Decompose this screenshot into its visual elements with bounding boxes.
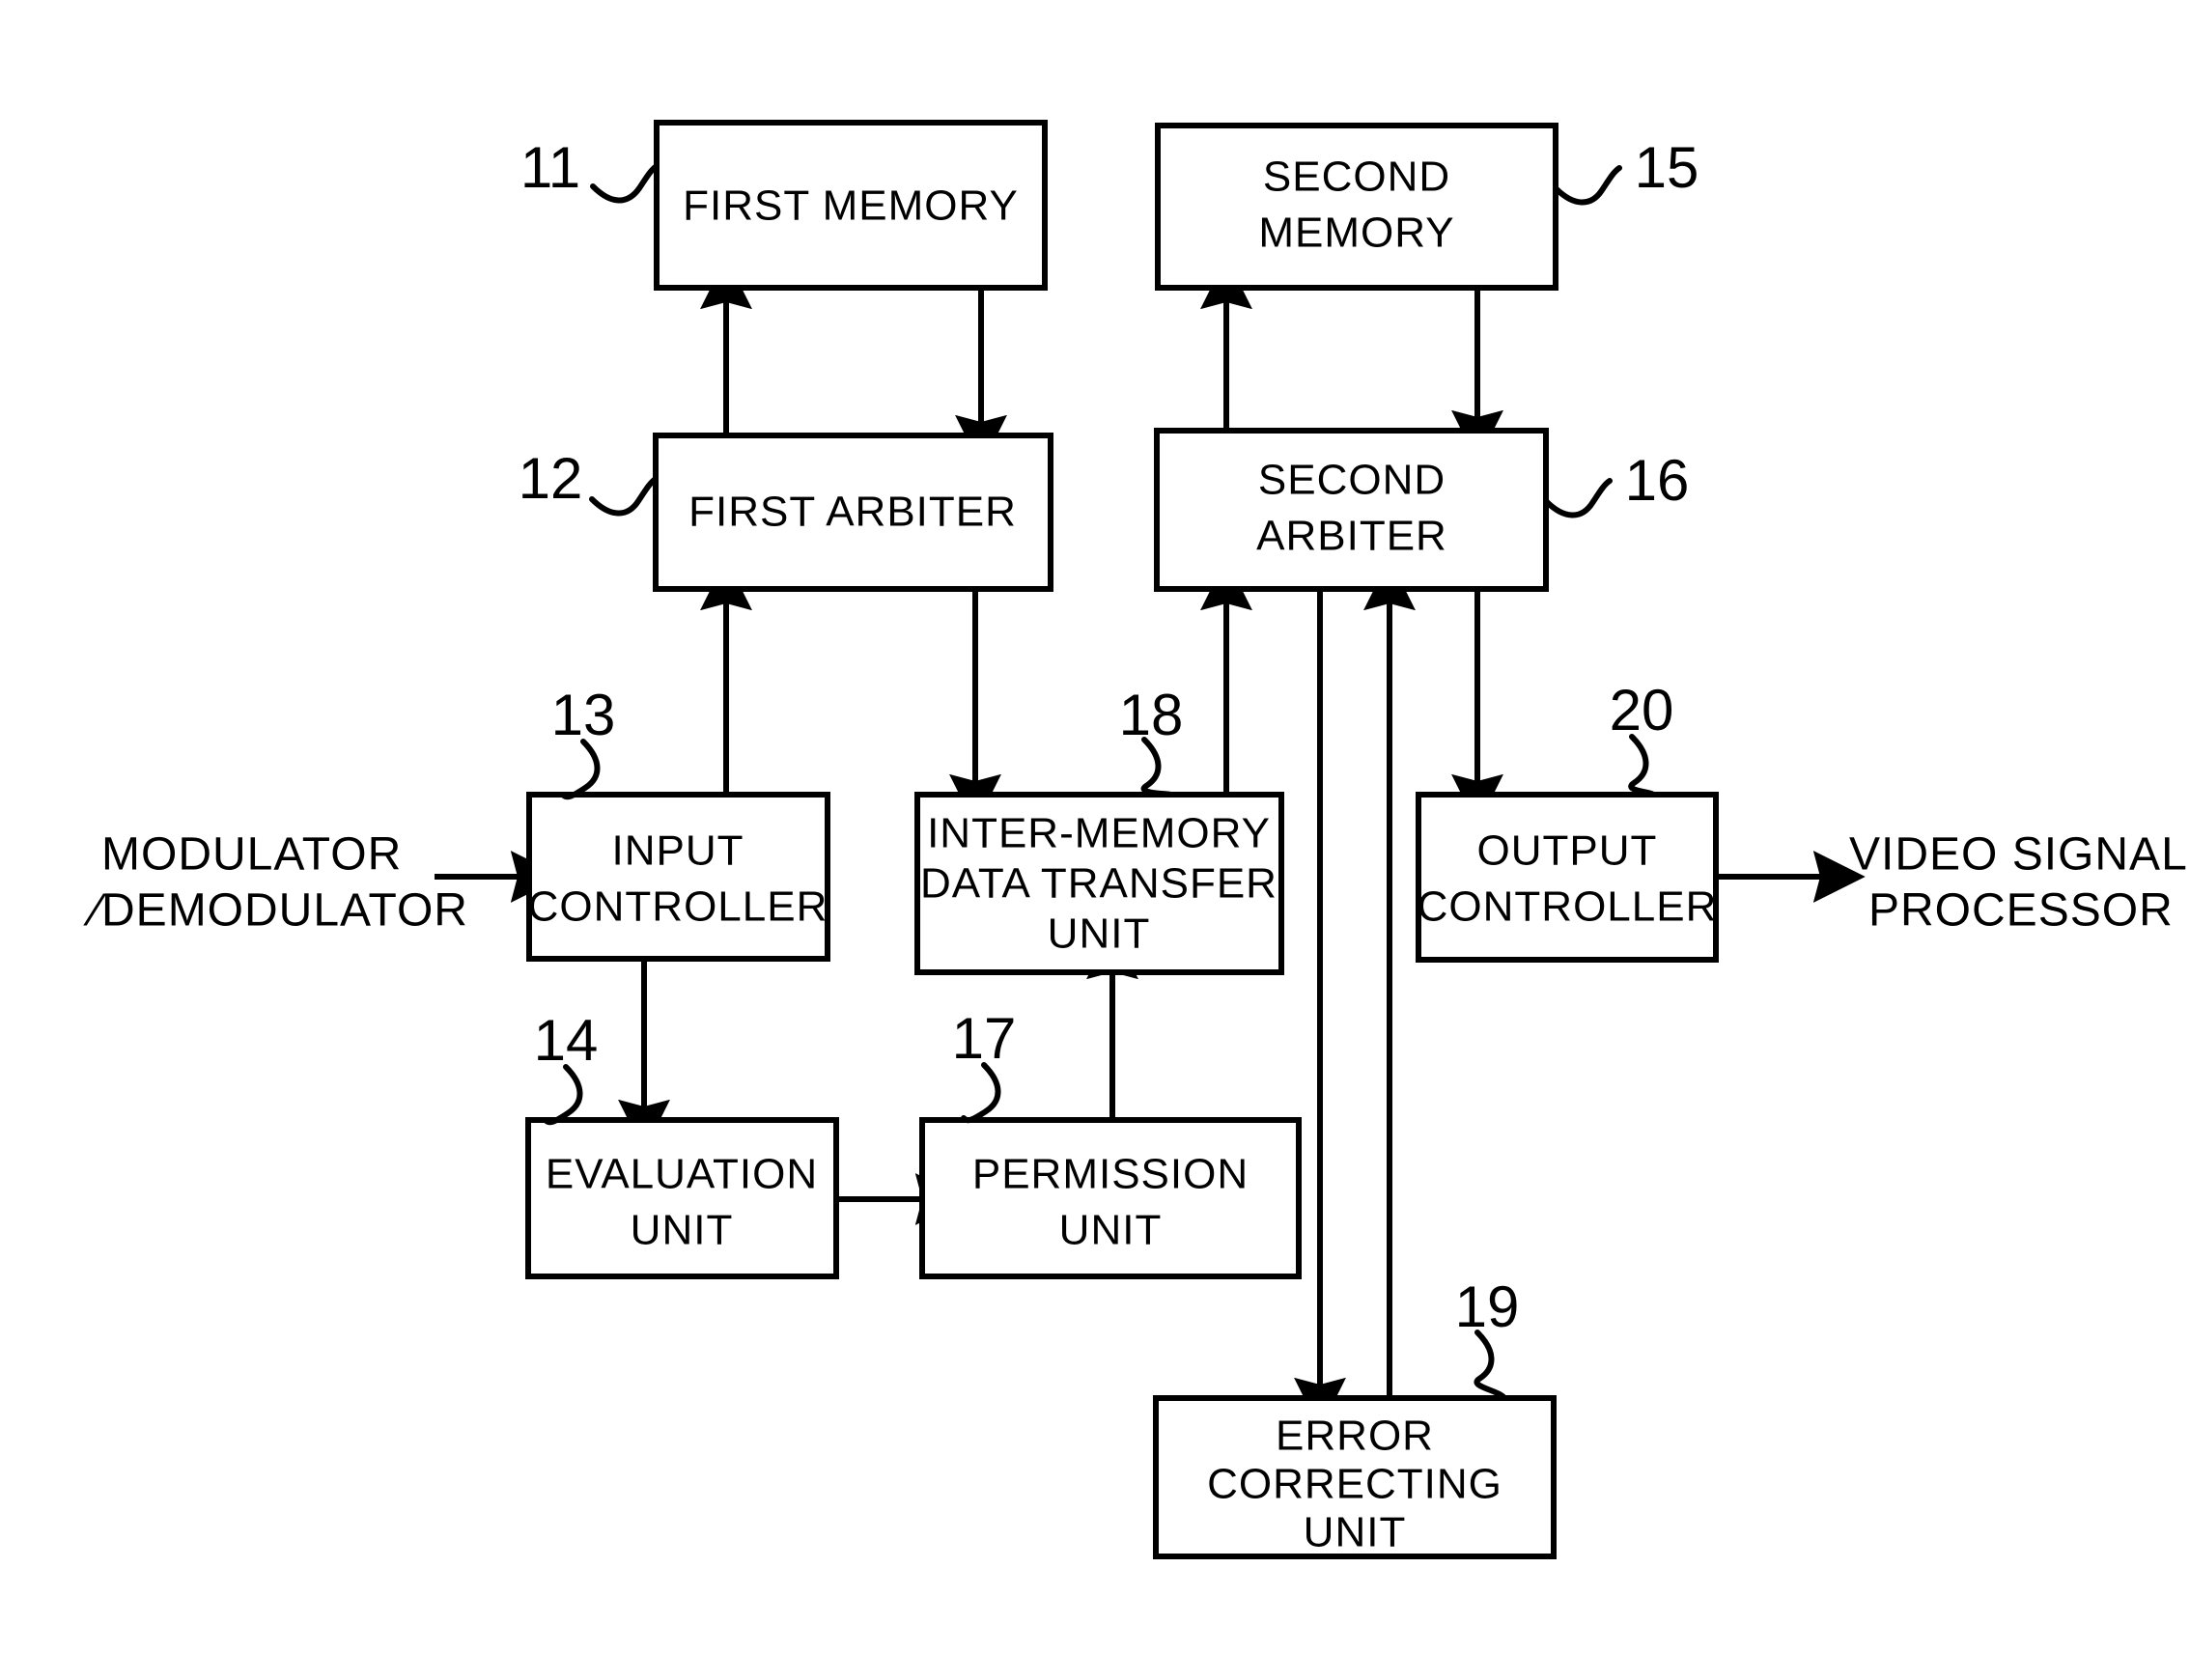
block-error-correcting-label-2: CORRECTING — [1207, 1461, 1502, 1508]
leader-line-13 — [560, 739, 601, 800]
leader-line-17 — [961, 1062, 1001, 1124]
reference-numeral-15: 15 — [1635, 135, 1699, 200]
reference-numeral-16: 16 — [1625, 448, 1690, 513]
block-inter-memory-data-transfer-unit[interactable]: INTER-MEMORY DATA TRANSFER UNIT — [914, 792, 1284, 975]
leader-line-19 — [1474, 1330, 1507, 1401]
reference-numeral-11: 11 — [520, 135, 580, 200]
block-output-controller[interactable]: OUTPUT CONTROLLER — [1416, 792, 1719, 963]
block-second-memory[interactable]: SECOND MEMORY — [1155, 123, 1558, 291]
block-second-arbiter-label-1: SECOND — [1258, 457, 1446, 504]
block-first-arbiter-label-1: FIRST ARBITER — [688, 489, 1017, 536]
reference-numeral-13: 13 — [551, 683, 616, 747]
block-error-correcting-label-1: ERROR — [1276, 1413, 1434, 1460]
block-evaluation-unit-label-2: UNIT — [631, 1207, 734, 1254]
block-inter-memory-label-1: INTER-MEMORY — [927, 810, 1271, 857]
external-label-video-signal-processor: VIDEO SIGNAL PROCESSOR — [1849, 829, 2188, 937]
block-second-arbiter-label-2: ARBITER — [1256, 513, 1447, 560]
block-first-arbiter[interactable]: FIRST ARBITER — [653, 433, 1053, 592]
block-permission-unit-label-2: UNIT — [1059, 1207, 1163, 1254]
block-input-controller-label-2: CONTROLLER — [528, 883, 828, 931]
reference-numeral-17: 17 — [952, 1006, 1017, 1071]
block-diagram: FIRST MEMORY FIRST ARBITER INPUT CONTROL… — [83, 120, 2188, 1559]
leader-line-12 — [589, 476, 659, 517]
external-label-video-line-1: VIDEO SIGNAL — [1849, 829, 2188, 881]
leader-line-20 — [1628, 734, 1656, 798]
reference-numeral-18: 18 — [1119, 683, 1184, 747]
reference-numeral-20: 20 — [1610, 678, 1674, 742]
reference-numeral-12: 12 — [519, 446, 583, 511]
block-evaluation-unit[interactable]: EVALUATION UNIT — [525, 1117, 839, 1279]
block-output-controller-label-2: CONTROLLER — [1418, 883, 1718, 931]
reference-numeral-14: 14 — [534, 1008, 599, 1073]
leader-line-15 — [1553, 165, 1622, 206]
external-label-modulator-demodulator: MODULATOR ∕DEMODULATOR — [83, 829, 468, 937]
block-inter-memory-label-3: UNIT — [1048, 910, 1151, 958]
block-error-correcting-label-3: UNIT — [1304, 1509, 1407, 1556]
reference-numeral-19: 19 — [1455, 1274, 1520, 1339]
leader-line-14 — [543, 1064, 583, 1126]
leader-line-11 — [590, 163, 660, 204]
external-label-modulator-line-1: MODULATOR — [101, 829, 402, 881]
block-permission-unit-label-1: PERMISSION — [972, 1151, 1249, 1198]
block-second-memory-label-1: SECOND — [1263, 154, 1450, 201]
block-first-memory-label-1: FIRST MEMORY — [683, 182, 1019, 230]
block-output-controller-label-1: OUTPUT — [1477, 827, 1658, 875]
block-error-correcting-unit[interactable]: ERROR CORRECTING UNIT — [1153, 1395, 1557, 1559]
external-label-video-line-2: PROCESSOR — [1868, 885, 2174, 937]
block-evaluation-unit-label-1: EVALUATION — [546, 1151, 818, 1198]
figure-canvas: FIRST MEMORY FIRST ARBITER INPUT CONTROL… — [0, 0, 2190, 1680]
leader-line-16 — [1543, 478, 1613, 518]
block-permission-unit[interactable]: PERMISSION UNIT — [919, 1117, 1302, 1279]
block-first-memory[interactable]: FIRST MEMORY — [654, 120, 1048, 291]
block-second-memory-label-2: MEMORY — [1258, 210, 1454, 257]
block-input-controller-label-1: INPUT — [612, 827, 744, 875]
block-second-arbiter[interactable]: SECOND ARBITER — [1154, 428, 1549, 592]
block-inter-memory-label-2: DATA TRANSFER — [920, 860, 1278, 908]
leader-line-18 — [1140, 737, 1173, 798]
external-label-modulator-line-2: ∕DEMODULATOR — [83, 885, 468, 937]
block-input-controller[interactable]: INPUT CONTROLLER — [526, 792, 830, 962]
